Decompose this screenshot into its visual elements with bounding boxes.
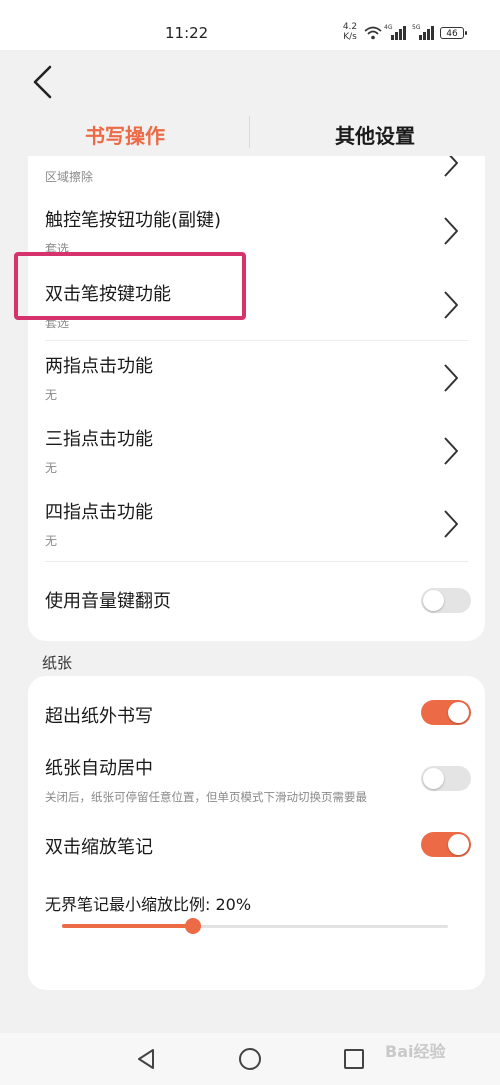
row-title: 使用音量键翻页 <box>45 591 171 612</box>
nav-home-icon[interactable] <box>239 1048 261 1070</box>
battery-icon: 46 <box>440 27 467 39</box>
auto-center-row: 纸张自动居中 关闭后，纸张可停留任意位置，但单页模式下滑动切换页需要最 <box>28 746 485 816</box>
three-finger-tap-row[interactable]: 三指点击功能 无 <box>28 415 485 487</box>
tab-bar: 书写操作 其他设置 <box>0 110 500 156</box>
watermark: Bai经验 <box>385 1042 446 1061</box>
row-value: 无 <box>45 461 58 475</box>
row-title: 超出纸外书写 <box>45 706 153 727</box>
nav-back-icon[interactable] <box>135 1048 157 1070</box>
tab-writing-operations[interactable]: 书写操作 <box>85 120 165 149</box>
row-value: 无 <box>45 534 58 548</box>
four-finger-tap-row[interactable]: 四指点击功能 无 <box>28 488 485 560</box>
status-time: 11:22 <box>165 24 209 42</box>
row-title: 四指点击功能 <box>45 502 153 523</box>
slider-fill <box>62 924 193 928</box>
row-title: 两指点击功能 <box>45 356 153 377</box>
divider <box>45 340 468 341</box>
chevron-right-icon <box>444 291 458 319</box>
slider-thumb[interactable] <box>185 918 201 934</box>
signal-icon <box>391 26 406 40</box>
nav-recent-icon[interactable] <box>344 1049 364 1069</box>
min-zoom-slider[interactable] <box>62 916 448 936</box>
back-arrow-icon[interactable] <box>30 64 60 100</box>
chevron-right-icon <box>444 364 458 392</box>
tab-divider <box>249 116 250 148</box>
partial-row[interactable]: 区域擦除 <box>28 156 485 190</box>
double-tap-zoom-row: 双击缩放笔记 <box>28 816 485 876</box>
chevron-right-icon <box>444 437 458 465</box>
section-paper-label: 纸张 <box>42 654 73 672</box>
status-bar: 11:22 4.2 K/s 4G 5G 46 <box>0 0 500 50</box>
paper-settings-card: 超出纸外书写 纸张自动居中 关闭后，纸张可停留任意位置，但单页模式下滑动切换页需… <box>28 676 485 990</box>
tab-other-settings[interactable]: 其他设置 <box>335 120 415 149</box>
chevron-right-icon <box>444 217 458 245</box>
auto-center-toggle[interactable] <box>421 766 471 791</box>
row-title: 纸张自动居中 <box>45 758 153 779</box>
volume-key-flip-row: 使用音量键翻页 <box>28 562 485 632</box>
min-zoom-label: 无界笔记最小缩放比例: 20% <box>45 895 252 914</box>
chevron-right-icon <box>444 510 458 538</box>
write-outside-row: 超出纸外书写 <box>28 676 485 746</box>
two-finger-tap-row[interactable]: 两指点击功能 无 <box>28 342 485 414</box>
net-speed: 4.2 K/s <box>342 22 358 42</box>
volume-key-flip-toggle[interactable] <box>421 588 471 613</box>
write-outside-toggle[interactable] <box>421 700 471 725</box>
row-description: 关闭后，纸张可停留任意位置，但单页模式下滑动切换页需要最 <box>45 790 367 804</box>
wifi-icon <box>364 26 382 40</box>
partial-row-value: 区域擦除 <box>45 170 94 184</box>
row-title: 三指点击功能 <box>45 429 153 450</box>
annotation-highlight-box <box>14 252 246 320</box>
chevron-right-icon <box>444 156 458 177</box>
gesture-settings-card: 区域擦除 触控笔按钮功能(副键) 套选 双击笔按键功能 套选 两指点击功能 无 … <box>28 156 485 641</box>
row-value: 无 <box>45 388 58 402</box>
double-tap-zoom-toggle[interactable] <box>421 832 471 857</box>
row-title: 双击缩放笔记 <box>45 837 153 858</box>
signal-icon <box>419 26 434 40</box>
row-title: 触控笔按钮功能(副键) <box>45 210 222 231</box>
